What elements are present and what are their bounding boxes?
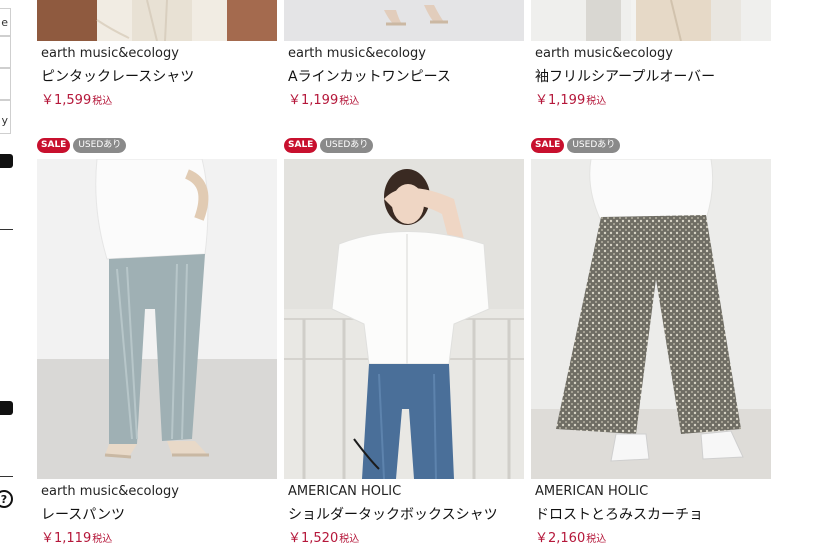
product-image[interactable] [37,159,277,479]
filter-option-box[interactable]: y [0,100,11,134]
product-name[interactable]: ドロストとろみスカーチョ [535,504,703,524]
tax-label: 税込 [92,96,113,107]
checkbox-icon[interactable] [0,154,13,168]
product-badges: SALE USEDあり [284,138,374,153]
filter-option-box[interactable]: e [0,8,11,36]
product-brand: AMERICAN HOLIC [288,484,402,499]
product-price: ￥1,520税込 [288,527,359,546]
product-image[interactable] [531,0,771,41]
sale-badge: SALE [531,138,565,153]
price-value: ￥1,599 [41,93,92,108]
product-name[interactable]: ピンタックレースシャツ [41,66,194,86]
divider [0,476,13,477]
price-value: ￥1,199 [288,93,339,108]
tax-label: 税込 [586,534,607,545]
tax-label: 税込 [339,534,360,545]
sale-badge: SALE [284,138,318,153]
sale-badge: SALE [37,138,71,153]
filter-option-box[interactable] [0,68,11,100]
filter-option-label: e [1,16,8,29]
product-brand: AMERICAN HOLIC [535,484,649,499]
help-icon[interactable]: ? [0,490,13,508]
product-name[interactable]: ショルダータックボックスシャツ [288,504,498,524]
product-brand: earth music&ecology [41,46,179,61]
product-card[interactable]: SALE USEDあり earth music&ecology レースパンツ ￥… [37,138,277,546]
filter-sidebar: e y ? [0,0,16,544]
product-price: ￥2,160税込 [535,527,606,546]
product-price: ￥1,119税込 [41,527,112,546]
tax-label: 税込 [92,534,113,545]
product-brand: earth music&ecology [288,46,426,61]
product-image[interactable] [284,0,524,41]
product-brand: earth music&ecology [41,484,179,499]
product-card[interactable]: SALE USEDあり AMERICAN HOLIC ショルダータックボックスシ… [284,138,524,546]
product-name[interactable]: 袖フリルシアープルオーバー [535,66,715,86]
product-name[interactable]: Aラインカットワンピース [288,66,451,86]
product-price: ￥1,199税込 [535,89,606,108]
filter-option-label: y [1,114,8,127]
price-value: ￥1,199 [535,93,586,108]
product-card[interactable]: earth music&ecology ピンタックレースシャツ ￥1,599税込 [37,0,277,110]
checkbox-icon[interactable] [0,401,13,415]
product-card[interactable]: earth music&ecology 袖フリルシアープルオーバー ￥1,199… [531,0,771,110]
tax-label: 税込 [586,96,607,107]
product-image[interactable] [37,0,277,41]
used-badge: USEDあり [567,138,621,153]
filter-option-box[interactable] [0,36,11,68]
used-badge: USEDあり [73,138,127,153]
product-image[interactable] [531,159,771,479]
product-badges: SALE USEDあり [531,138,621,153]
used-badge: USEDあり [320,138,374,153]
product-card[interactable]: earth music&ecology Aラインカットワンピース ￥1,199税… [284,0,524,110]
product-card[interactable]: SALE USEDあり AMERICAN HOLIC ドロストとろみスカーチョ … [531,138,771,546]
product-name[interactable]: レースパンツ [41,504,125,524]
tax-label: 税込 [339,96,360,107]
product-brand: earth music&ecology [535,46,673,61]
product-price: ￥1,199税込 [288,89,359,108]
product-price: ￥1,599税込 [41,89,112,108]
product-badges: SALE USEDあり [37,138,127,153]
product-image[interactable] [284,159,524,479]
divider [0,229,13,230]
